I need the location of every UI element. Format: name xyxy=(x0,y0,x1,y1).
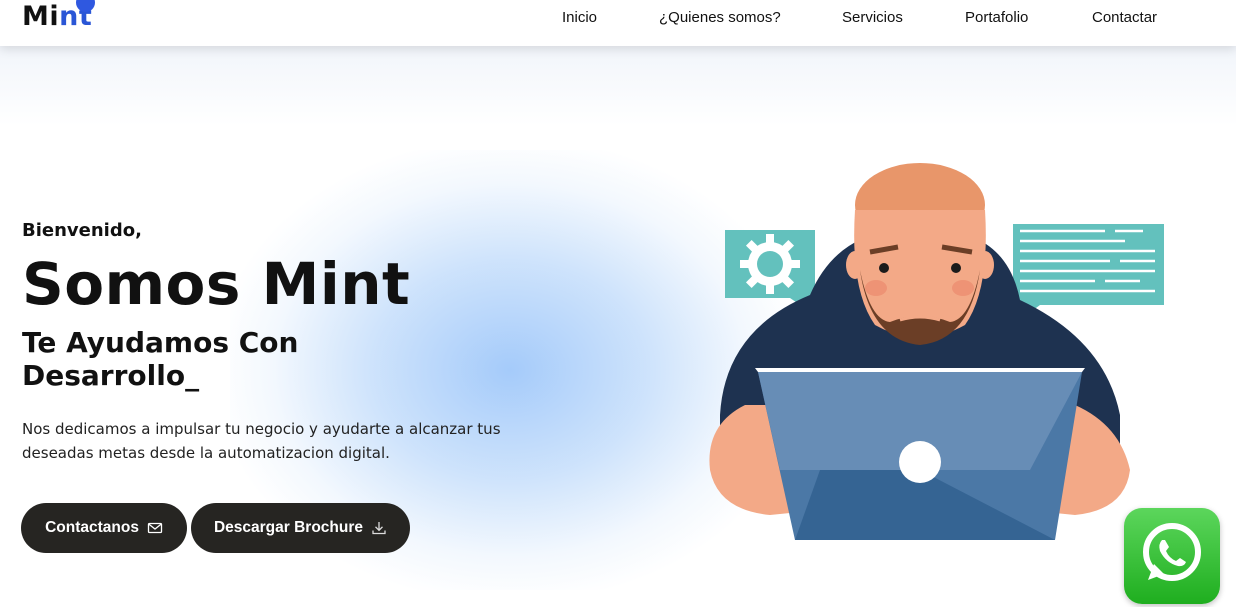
hero-greeting: Bienvenido, xyxy=(22,220,142,241)
whatsapp-button[interactable] xyxy=(1124,508,1220,604)
nav-item-contactar[interactable]: Contactar xyxy=(1092,9,1157,26)
download-icon xyxy=(371,520,387,536)
hero-description: Nos dedicamos a impulsar tu negocio y ay… xyxy=(22,420,501,462)
hero-title: Somos Mint xyxy=(22,250,411,318)
developer-illustration xyxy=(700,150,1180,550)
laptop-icon xyxy=(755,368,1085,540)
site-header: Mint Inicio ¿Quienes somos? Servicios Po… xyxy=(0,0,1236,46)
whatsapp-icon xyxy=(1136,518,1208,594)
mail-icon xyxy=(147,520,163,536)
nav-item-quienes-somos[interactable]: ¿Quienes somos? xyxy=(659,9,781,26)
contact-button[interactable]: Contactanos xyxy=(21,503,187,553)
nav-item-inicio[interactable]: Inicio xyxy=(562,9,597,26)
contact-button-label: Contactanos xyxy=(45,519,139,536)
download-brochure-button[interactable]: Descargar Brochure xyxy=(191,503,410,553)
download-brochure-label: Descargar Brochure xyxy=(213,519,364,536)
nav-item-portafolio[interactable]: Portafolio xyxy=(965,9,1028,26)
nav-item-servicios[interactable]: Servicios xyxy=(842,9,903,26)
top-fade-background xyxy=(0,46,1236,126)
hero-subtitle: Te Ayudamos Con Desarrollo_ xyxy=(22,326,299,392)
main-nav: Inicio ¿Quienes somos? Servicios Portafo… xyxy=(0,9,1236,29)
